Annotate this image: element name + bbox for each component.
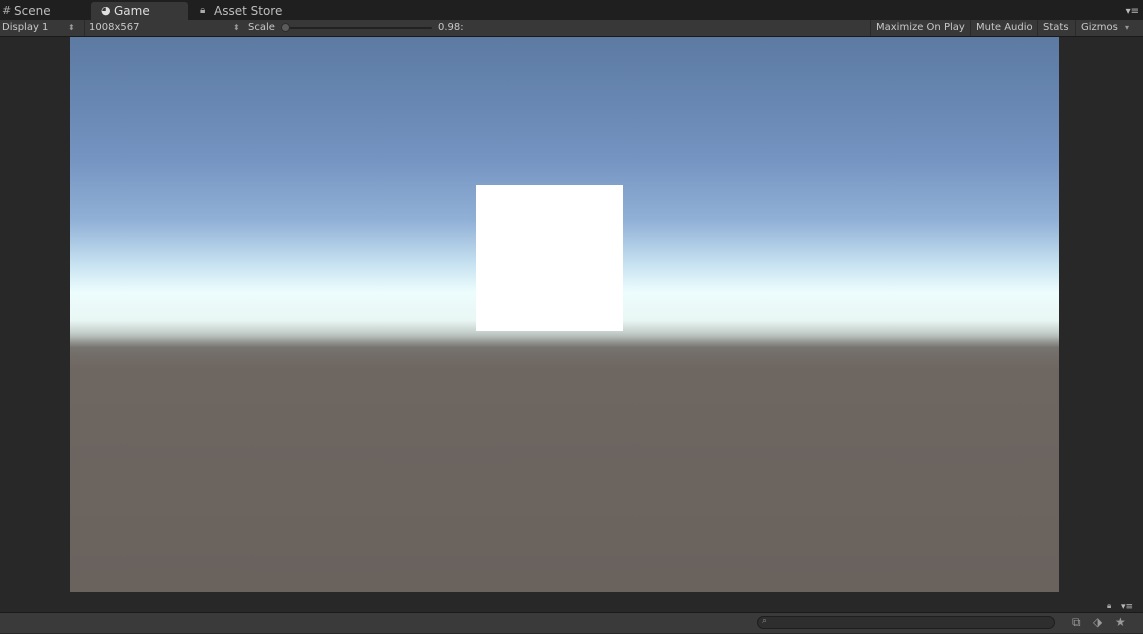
chevron-down-icon: ▾: [1125, 23, 1130, 32]
pacman-icon: ◕: [101, 4, 111, 17]
display-dropdown-value: Display 1: [2, 22, 49, 33]
scale-label: Scale: [248, 22, 275, 33]
tab-scene-label: Scene: [14, 4, 51, 18]
grid-icon: #: [2, 4, 12, 17]
menu-icon[interactable]: ▾≡: [1121, 602, 1133, 612]
menu-icon[interactable]: ▾≡: [1126, 6, 1139, 17]
resolution-dropdown-value: 1008x567: [89, 22, 140, 33]
scale-slider-track[interactable]: [284, 27, 432, 29]
lock-icon[interactable]: 🔒︎: [1107, 601, 1111, 611]
mute-audio-toggle[interactable]: Mute Audio: [970, 20, 1038, 36]
tab-bar: # Scene ◕ Game 🔒︎ Asset Store ▾≡: [0, 0, 1143, 20]
bottom-panel-header: [0, 592, 1143, 612]
white-cube: [476, 185, 623, 331]
gizmos-label: Gizmos: [1081, 22, 1118, 33]
tab-scene[interactable]: # Scene: [0, 2, 88, 20]
maximize-on-play-toggle[interactable]: Maximize On Play: [870, 20, 970, 36]
scale-slider-thumb[interactable]: [281, 23, 290, 32]
updown-arrow-icon: ⬍: [233, 23, 240, 32]
lock-icon: 🔒︎: [200, 5, 206, 16]
updown-arrow-icon: ⬍: [68, 23, 75, 32]
search-input[interactable]: ⌕: [757, 616, 1055, 629]
tab-game-label: Game: [114, 4, 150, 18]
tab-asset-store[interactable]: 🔒︎ Asset Store: [198, 2, 308, 20]
project-search-bar: ⌕ ⧉ ⬗ ★: [0, 612, 1143, 633]
stats-toggle[interactable]: Stats: [1037, 20, 1074, 36]
search-icon: ⌕: [762, 616, 768, 626]
gizmos-dropdown[interactable]: Gizmos ▾: [1075, 20, 1143, 36]
favorites-icon[interactable]: ★: [1115, 615, 1126, 629]
game-viewport[interactable]: [70, 37, 1059, 592]
filter-by-label-icon[interactable]: ⬗: [1093, 615, 1102, 629]
tab-game[interactable]: ◕ Game: [91, 2, 188, 20]
display-dropdown[interactable]: Display 1 ⬍: [2, 20, 76, 36]
filter-by-type-icon[interactable]: ⧉: [1072, 615, 1081, 630]
resolution-dropdown[interactable]: 1008x567 ⬍: [84, 20, 242, 36]
tab-asset-store-label: Asset Store: [214, 4, 283, 18]
scale-value: 0.98:: [438, 22, 464, 33]
game-toolbar: Display 1 ⬍ 1008x567 ⬍ Scale 0.98: Maxim…: [0, 20, 1143, 37]
ground-haze: [70, 332, 1059, 372]
